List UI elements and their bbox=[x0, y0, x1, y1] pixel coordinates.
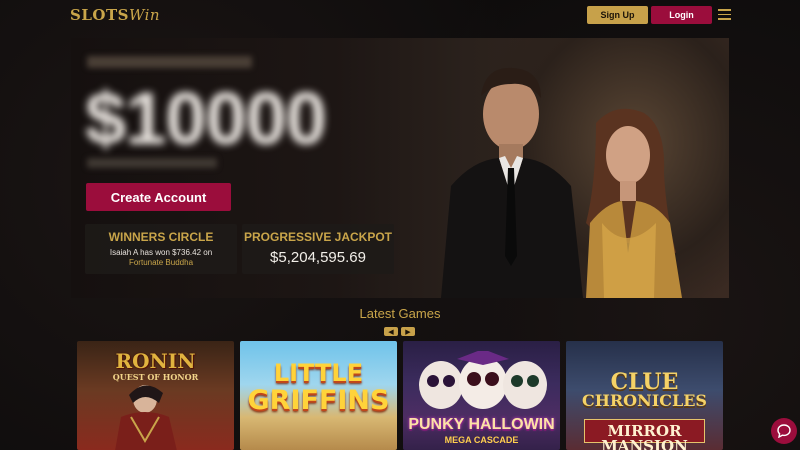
login-button[interactable]: Login bbox=[651, 6, 712, 24]
signup-button[interactable]: Sign Up bbox=[587, 6, 648, 24]
chat-glyph-icon bbox=[777, 424, 791, 438]
hero-eyebrow bbox=[87, 56, 252, 68]
tile-subtitle: CHRONICLES bbox=[582, 391, 707, 410]
hamburger-menu-icon[interactable] bbox=[718, 9, 731, 20]
tile-title: CLUE bbox=[610, 369, 679, 395]
tile-title: PUNKY HALLOWIN bbox=[408, 416, 555, 433]
tile-title: LITTLE bbox=[273, 359, 364, 387]
game-tile-little-griffins[interactable]: LITTLE GRIFFINS bbox=[240, 341, 397, 450]
chat-bubble-icon[interactable] bbox=[771, 418, 797, 444]
jackpot-value: $5,204,595.69 bbox=[270, 249, 366, 266]
hero-banner: $10000 Create Account WINNERS CIRCLE Isa… bbox=[71, 38, 729, 298]
winners-circle-title: WINNERS CIRCLE bbox=[108, 230, 214, 244]
logo-accent-text: Win bbox=[128, 6, 161, 24]
winners-circle-card: WINNERS CIRCLE Isaiah A has won $736.42 … bbox=[85, 224, 237, 274]
create-account-button[interactable]: Create Account bbox=[86, 183, 231, 211]
latest-games-title: Latest Games bbox=[359, 306, 441, 321]
progressive-jackpot-card: PROGRESSIVE JACKPOT $5,204,595.69 bbox=[242, 224, 394, 274]
woman-in-gold-dress-image bbox=[586, 108, 682, 298]
winners-circle-text: Isaiah A has won $736.42 on Fortunate Bu… bbox=[85, 248, 237, 268]
tile-subtitle: MEGA CASCADE bbox=[444, 435, 519, 445]
tile-subtitle: GRIFFINS bbox=[247, 385, 390, 416]
logo-main-text: SLOTS bbox=[70, 6, 129, 24]
header: SLOTSWin Sign Up Login bbox=[0, 0, 800, 30]
tile-subtitle: QUEST OF HONOR bbox=[112, 372, 199, 382]
winner-message: Isaiah A has won $736.42 on bbox=[109, 248, 213, 257]
man-in-suit-image bbox=[441, 67, 583, 298]
site-logo[interactable]: SLOTSWin bbox=[70, 6, 160, 24]
game-tile-clue-chronicles[interactable]: CLUE CHRONICLES MIRROR MANSION bbox=[566, 341, 723, 450]
game-tile-punky-hallowin[interactable]: PUNKY HALLOWIN MEGA CASCADE bbox=[403, 341, 560, 450]
hero-subtitle bbox=[87, 158, 217, 168]
sugar-skulls-art bbox=[419, 351, 547, 409]
jackpot-title: PROGRESSIVE JACKPOT bbox=[243, 230, 393, 244]
carousel-controls: ◀ ▶ bbox=[384, 327, 415, 336]
chevron-left-icon[interactable]: ◀ bbox=[384, 327, 398, 336]
game-tile-ronin[interactable]: RONIN QUEST OF HONOR bbox=[77, 341, 234, 450]
chevron-right-icon[interactable]: ▶ bbox=[401, 327, 415, 336]
winner-game-link[interactable]: Fortunate Buddha bbox=[85, 258, 237, 268]
tile-extra-title: MIRROR MANSION bbox=[584, 419, 705, 450]
tile-title: RONIN bbox=[115, 349, 196, 373]
hero-bonus-amount: $10000 bbox=[85, 77, 327, 160]
ronin-warrior-art bbox=[115, 385, 177, 450]
